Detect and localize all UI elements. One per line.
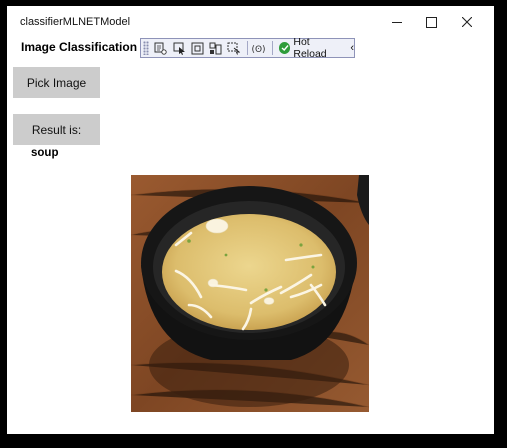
close-button[interactable] xyxy=(449,10,485,34)
soup-photo xyxy=(131,175,369,412)
track-focus-icon[interactable] xyxy=(207,40,223,56)
hot-reload-label: Hot Reload xyxy=(293,36,327,60)
window-title: classifierMLNETModel xyxy=(20,16,131,28)
pick-image-button[interactable]: Pick Image xyxy=(13,67,100,98)
in-app-toolbar-icon[interactable]: (ʘ) xyxy=(251,40,267,56)
toolbar-separator xyxy=(271,41,273,55)
live-visual-tree-icon[interactable] xyxy=(153,40,169,56)
result-label-button[interactable]: Result is: xyxy=(13,114,100,145)
title-bar[interactable]: classifierMLNETModel xyxy=(7,6,494,38)
app-heading: Image Classification xyxy=(21,40,138,54)
collapse-toolbar-icon[interactable]: ‹ xyxy=(350,42,354,54)
app-window: classifierMLNETModel Image Classificatio… xyxy=(7,6,494,434)
minimize-icon xyxy=(392,21,402,23)
display-layout-adorners-icon[interactable] xyxy=(189,40,205,56)
checkmark-icon xyxy=(278,42,291,54)
svg-text:(ʘ): (ʘ) xyxy=(252,45,265,55)
close-icon xyxy=(462,17,472,27)
toolbar-separator xyxy=(246,41,248,55)
screenshot-frame: classifierMLNETModel Image Classificatio… xyxy=(0,0,507,448)
maximize-icon xyxy=(425,16,437,28)
classification-result: soup xyxy=(31,147,59,159)
maximize-button[interactable] xyxy=(413,10,449,34)
binding-failures-icon[interactable] xyxy=(226,40,242,56)
toolbar-grip-icon[interactable] xyxy=(143,41,149,55)
minimize-button[interactable] xyxy=(379,10,415,34)
xaml-debug-toolbar: (ʘ) Hot Reload ‹ xyxy=(140,36,355,60)
select-element-icon[interactable] xyxy=(171,40,187,56)
hot-reload-button[interactable]: Hot Reload xyxy=(276,36,346,60)
